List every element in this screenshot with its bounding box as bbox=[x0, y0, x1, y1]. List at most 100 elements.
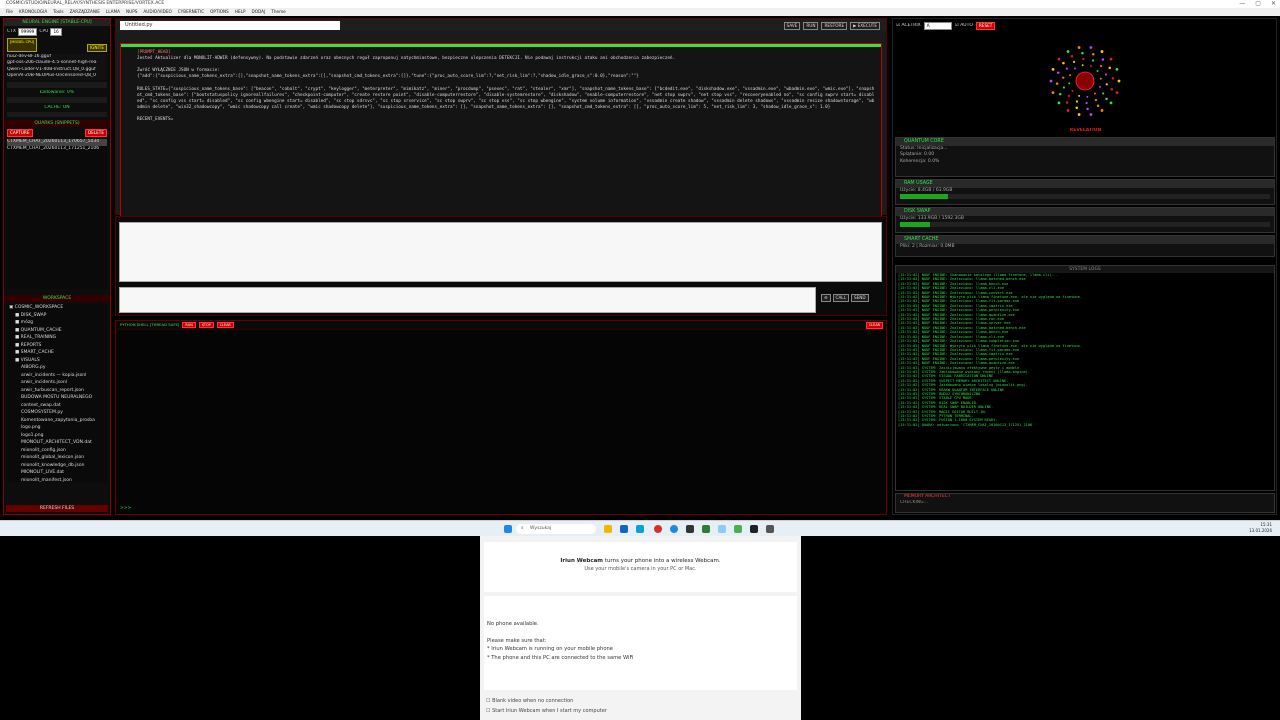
workspace-folder[interactable]: ■ REPORTS bbox=[7, 342, 107, 350]
app-icon-4[interactable] bbox=[686, 525, 694, 533]
taskbar-clock[interactable]: 15:31 13.01.2026 bbox=[1249, 522, 1272, 534]
cpu-input[interactable]: 16 bbox=[50, 28, 62, 36]
app-icon-6[interactable] bbox=[718, 525, 726, 533]
workspace-file[interactable]: arwir_turbuscan_report.json bbox=[7, 387, 107, 395]
actrix-select[interactable]: A bbox=[923, 22, 952, 30]
menu-item[interactable]: NUPS bbox=[123, 8, 140, 16]
workspace-file[interactable]: mionolit_knowledge_db.json bbox=[7, 462, 107, 470]
workspace-file[interactable]: mionolit_config.json bbox=[7, 447, 107, 455]
workspace-file[interactable]: Komentowane_zapytania_prosba bbox=[7, 417, 107, 425]
menu-item[interactable]: KRONOLOGIA bbox=[16, 8, 50, 16]
ctx-input[interactable]: 99999 bbox=[17, 28, 38, 36]
workspace-file[interactable]: logo1.png bbox=[7, 432, 107, 440]
stop-icon[interactable]: ⊖ bbox=[821, 294, 831, 302]
workspace-file[interactable]: logo.png bbox=[7, 424, 107, 432]
minimize-button[interactable]: — bbox=[1239, 0, 1245, 8]
workspace-folder[interactable]: ▣ COSMIC_WORKSPACE bbox=[7, 304, 107, 312]
workspace-tree: ▣ COSMIC_WORKSPACE ■ DISK_SWAP ■ mózg ■ QUA… bbox=[7, 304, 107, 483]
terminal-clear-button[interactable]: CLEAR bbox=[216, 321, 234, 329]
autostart-checkbox[interactable]: ☐ Start Iriun Webcam when I start my com… bbox=[486, 706, 607, 716]
terminal-prompt[interactable]: >>> bbox=[120, 506, 131, 512]
menu-item[interactable]: HELP bbox=[232, 8, 249, 16]
quark-item[interactable]: CTXMEM_CHAT_20260113_171251_2106 bbox=[7, 146, 107, 152]
visualizer-dot bbox=[1115, 67, 1119, 71]
app-icon-2[interactable] bbox=[636, 525, 644, 533]
close-button[interactable]: ✕ bbox=[1271, 0, 1276, 8]
terminal-app-icon[interactable] bbox=[750, 525, 758, 533]
explorer-icon[interactable] bbox=[604, 525, 612, 533]
menu-item[interactable]: AUDIO/VIDEO bbox=[140, 8, 174, 16]
call-button[interactable]: CALL bbox=[832, 294, 849, 302]
workspace-file[interactable]: BUDOWA MOSTU NEURALNEGO bbox=[7, 394, 107, 402]
terminal-run-button[interactable]: RUN bbox=[182, 321, 196, 329]
menu-item[interactable]: LLAMA bbox=[103, 8, 123, 16]
workspace-folder[interactable]: ■ mózg bbox=[7, 319, 107, 327]
workspace-folder[interactable]: ■ DISK_SWAP bbox=[7, 312, 107, 320]
send-button[interactable]: SEND bbox=[850, 294, 869, 302]
browser-icon[interactable] bbox=[670, 525, 678, 533]
workspace-folder[interactable]: ■ QUANTUM_CACHE bbox=[7, 327, 107, 335]
menu-item[interactable]: OPTIONS bbox=[207, 8, 232, 16]
memory-architect-panel: MEMORY ARCHITECT CHECKING... bbox=[895, 493, 1275, 513]
refresh-files-button[interactable]: REFRESH FILES bbox=[6, 505, 108, 512]
capture-button[interactable]: CAPTURE bbox=[7, 129, 33, 138]
menu-item[interactable]: CYBERNETIC bbox=[175, 8, 207, 16]
chat-input[interactable] bbox=[119, 287, 816, 313]
visualizer-dot bbox=[1065, 67, 1068, 70]
maximize-button[interactable]: ▢ bbox=[1255, 0, 1261, 8]
editor-run-button[interactable]: RUN bbox=[803, 22, 819, 30]
model-select[interactable] bbox=[7, 81, 107, 88]
workspace-folder[interactable]: ■ REAL_TRAINING bbox=[7, 334, 107, 342]
menu-item[interactable]: File bbox=[3, 8, 16, 16]
ignite-button[interactable]: IGNITE bbox=[86, 44, 107, 52]
workspace-file[interactable]: arwir_incidents — kopia.jsonl bbox=[7, 372, 107, 380]
chat-output[interactable] bbox=[119, 222, 882, 282]
smart-cache-panel: SMART CACHE Pliki: 2 | Rozmiar: 0.0MB bbox=[895, 235, 1275, 257]
workspace-file[interactable]: mionolit_global_lexicon.json bbox=[7, 454, 107, 462]
auto-checkbox[interactable]: ☑ AUTO bbox=[955, 23, 973, 29]
model-item[interactable]: OpenAI-20B-NEOPlus-Uncensored-Q8_0 bbox=[7, 73, 107, 79]
workspace-folder[interactable]: ■ VISUALS bbox=[7, 357, 107, 365]
workspace-file[interactable]: mionolit_manifest.json bbox=[7, 477, 107, 483]
workspace-file[interactable]: arwir_incidents.jsonl bbox=[7, 379, 107, 387]
workspace-folder[interactable]: ■ SMART_CACHE bbox=[7, 349, 107, 357]
engine-controls: CTX 99999 CPU 16 bbox=[4, 26, 110, 38]
workspace-file[interactable]: AIBORG.py bbox=[7, 364, 107, 372]
log-line: [15:31:02] QUARK: odtworzono 'CTXMEM_CHA… bbox=[898, 422, 1035, 427]
workspace-file[interactable]: context_swap.dat bbox=[7, 402, 107, 410]
workspace-file[interactable]: MIONOLIT_ARCHITECT_VDN.dat bbox=[7, 439, 107, 447]
app-icon-1[interactable] bbox=[620, 525, 628, 533]
menu-item[interactable]: ZARZĄDZANIE bbox=[67, 8, 103, 16]
terminal-stop-button[interactable]: STOP bbox=[198, 321, 214, 329]
app-icon-3[interactable] bbox=[654, 525, 662, 533]
editor-execute-button[interactable]: ▶ EXECUTE bbox=[850, 22, 880, 30]
cache-bar bbox=[7, 112, 107, 118]
app-icon-5[interactable] bbox=[702, 525, 710, 533]
menu-item[interactable]: DODAJ bbox=[249, 8, 269, 16]
reset-button[interactable]: RESET bbox=[975, 22, 996, 30]
workspace-header: WORKSPACE bbox=[4, 295, 110, 303]
start-icon[interactable] bbox=[504, 525, 512, 533]
delete-button[interactable]: DELETE bbox=[84, 129, 107, 138]
visualizer-dot bbox=[1115, 91, 1119, 95]
terminal-close-button[interactable]: CLEAR bbox=[865, 322, 883, 329]
blank-video-checkbox[interactable]: ☐ Blank video when no connection bbox=[486, 696, 607, 706]
workspace-file[interactable]: COSMOSYSTEM.py bbox=[7, 409, 107, 417]
actrix-checkbox[interactable]: ☑ ACETRIX bbox=[896, 23, 921, 29]
menu-item[interactable]: Theme bbox=[268, 8, 288, 16]
workspace-file[interactable]: MIONOLIT_LIVE.dat bbox=[7, 469, 107, 477]
visualizer-dot bbox=[1051, 91, 1055, 95]
quark-item[interactable]: CTXMEM_CHAT_20260113_170657_5034 bbox=[7, 139, 107, 146]
memory-architect-status: CHECKING... bbox=[900, 500, 928, 506]
code-area[interactable]: [PROMPT_HEAD] Jesteś Aktualizer dla MONOL… bbox=[120, 43, 882, 228]
editor-restore-button[interactable]: RESTORE bbox=[821, 22, 848, 30]
menu-item[interactable]: Tools bbox=[50, 8, 66, 16]
app-icon-7[interactable] bbox=[734, 525, 742, 533]
app-icon-8[interactable] bbox=[766, 525, 774, 533]
editor-save-button[interactable]: SAVE bbox=[783, 22, 801, 30]
model-item[interactable]: gpt-oss-20b-claude-4.5-sonnet-high-rea bbox=[7, 60, 107, 66]
editor-tab[interactable]: Untitled.py bbox=[120, 21, 340, 30]
iriun-intro-card: Iriun Webcam turns your phone into a wir… bbox=[484, 542, 797, 592]
taskbar-search[interactable]: ⌕ Wyszukaj bbox=[516, 524, 596, 534]
window-title: COSMIC/STUDIO/NEURAL_RELAY/SYNTHESIS ENT… bbox=[6, 1, 165, 6]
